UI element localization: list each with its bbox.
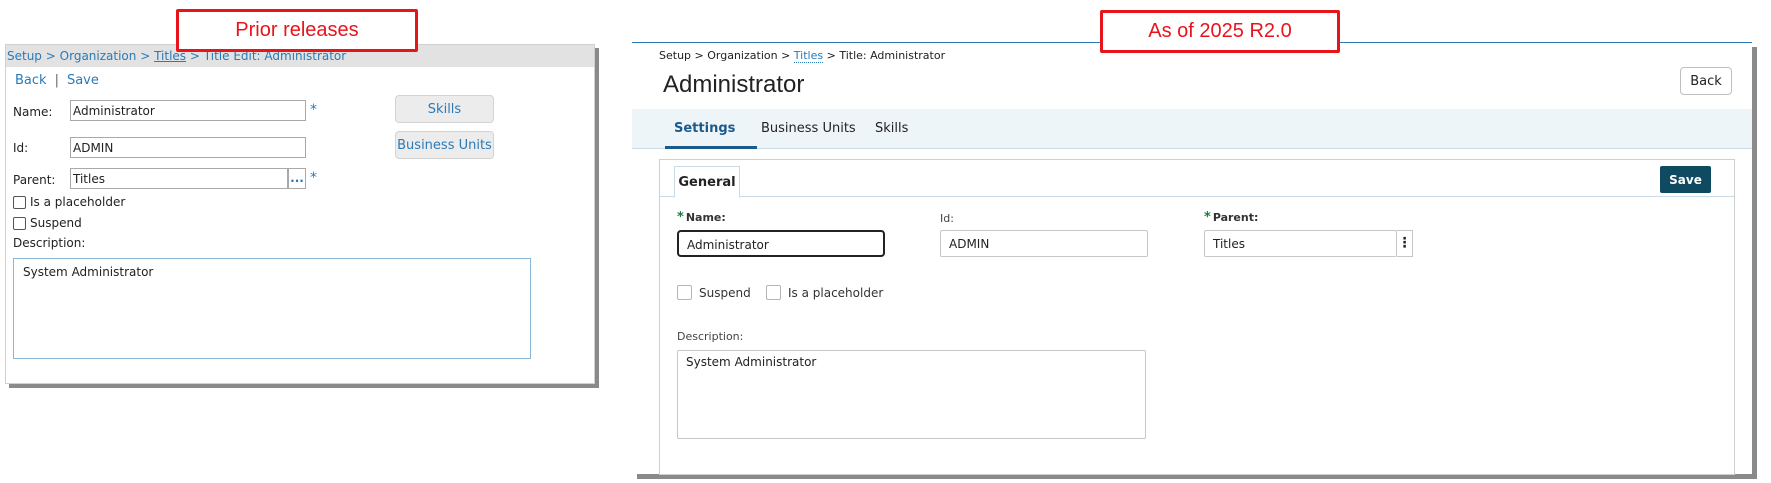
new-breadcrumb: Setup > Organization > Titles > Title: A…: [659, 49, 946, 63]
tab-general[interactable]: General: [674, 166, 740, 198]
parent-input[interactable]: Titles: [1204, 230, 1397, 257]
name-label-text: Name:: [685, 211, 726, 224]
old-crumb-setup[interactable]: Setup: [7, 49, 42, 63]
old-placeholder-checkbox[interactable]: Is a placeholder: [13, 195, 125, 209]
new-crumb-current: Title: Administrator: [839, 49, 946, 62]
new-crumb-sep: >: [826, 49, 836, 62]
old-description-label: Description:: [13, 236, 86, 250]
old-link-separator: |: [54, 73, 59, 88]
old-skills-button[interactable]: Skills: [395, 95, 494, 123]
callout-new-release: As of 2025 R2.0: [1100, 10, 1340, 53]
old-placeholder-box[interactable]: [13, 195, 26, 209]
old-description-textarea[interactable]: System Administrator: [13, 258, 531, 359]
old-back-link[interactable]: Back: [15, 73, 47, 88]
old-crumb-sep: >: [45, 49, 56, 63]
kebab-menu-icon[interactable]: ⋮: [1397, 230, 1413, 257]
old-name-input[interactable]: Administrator: [70, 100, 306, 121]
id-label: Id:: [940, 212, 954, 225]
old-parent-required: *: [310, 170, 317, 186]
new-crumb-sep: >: [781, 49, 791, 62]
old-id-input[interactable]: ADMIN: [70, 137, 306, 158]
callout-prior-releases: Prior releases: [176, 9, 418, 52]
old-suspend-box[interactable]: [13, 216, 26, 230]
old-parent-input[interactable]: Titles: [70, 168, 288, 189]
new-crumb-sep: >: [694, 49, 704, 62]
new-crumb-setup[interactable]: Setup: [659, 49, 691, 62]
old-save-link[interactable]: Save: [67, 73, 99, 88]
active-tab-indicator: [665, 146, 757, 149]
new-title-page: Setup > Organization > Titles > Title: A…: [632, 42, 1752, 475]
tab-business-units[interactable]: Business Units: [761, 121, 856, 136]
name-required-mark: *: [677, 210, 684, 225]
page-title: Administrator: [663, 71, 805, 98]
suspend-checkbox[interactable]: Suspend: [677, 285, 751, 300]
name-label: * Name:: [677, 210, 726, 225]
settings-card: General Save * Name: Administrator Id: AD…: [659, 159, 1735, 475]
parent-required-mark: *: [1204, 210, 1211, 225]
suspend-box[interactable]: [677, 285, 692, 300]
old-action-links: Back | Save: [15, 73, 99, 88]
placeholder-label: Is a placeholder: [788, 285, 884, 300]
name-input[interactable]: Administrator: [677, 230, 885, 257]
old-parent-label: Parent:: [13, 173, 56, 187]
old-parent-lookup-button[interactable]: ...: [288, 168, 306, 189]
old-suspend-label: Suspend: [30, 216, 82, 230]
tab-bar: Settings Business Units Skills: [632, 109, 1752, 149]
description-textarea[interactable]: System Administrator: [677, 350, 1146, 439]
old-suspend-checkbox[interactable]: Suspend: [13, 216, 82, 230]
old-crumb-organization[interactable]: Organization: [60, 49, 137, 63]
description-label: Description:: [677, 330, 744, 343]
old-name-label: Name:: [13, 105, 53, 119]
old-business-units-button[interactable]: Business Units: [395, 131, 494, 159]
id-input[interactable]: ADMIN: [940, 230, 1148, 257]
old-title-edit-panel: Setup > Organization > Titles > Title Ed…: [5, 44, 595, 384]
old-placeholder-label: Is a placeholder: [30, 195, 126, 209]
back-button[interactable]: Back: [1680, 67, 1732, 95]
new-crumb-organization[interactable]: Organization: [707, 49, 777, 62]
old-name-required: *: [310, 102, 317, 118]
save-button[interactable]: Save: [1660, 166, 1711, 193]
new-crumb-titles[interactable]: Titles: [793, 49, 824, 63]
suspend-label: Suspend: [699, 285, 751, 300]
old-id-label: Id:: [13, 141, 29, 155]
old-crumb-sep: >: [140, 49, 151, 63]
parent-label-text: Parent:: [1212, 211, 1259, 224]
tab-skills[interactable]: Skills: [875, 121, 908, 136]
card-header: General Save: [660, 160, 1734, 198]
tab-settings[interactable]: Settings: [674, 121, 735, 136]
placeholder-checkbox[interactable]: Is a placeholder: [766, 285, 883, 300]
parent-label: * Parent:: [1204, 210, 1258, 225]
placeholder-box[interactable]: [766, 285, 781, 300]
